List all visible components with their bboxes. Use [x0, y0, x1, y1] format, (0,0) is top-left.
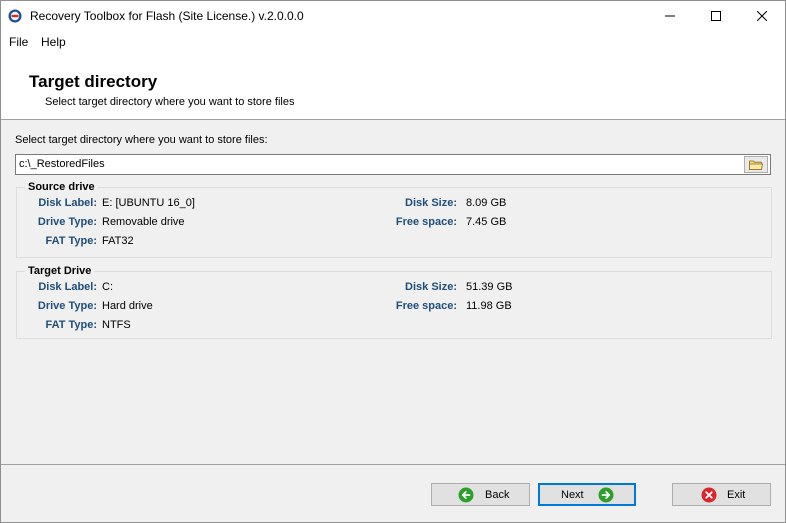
- source-free-space-key: Free space:: [395, 216, 457, 228]
- exit-button[interactable]: Exit: [672, 483, 771, 506]
- source-disk-size-key: Disk Size:: [405, 197, 457, 209]
- target-drive-group: Target Drive Disk Label: C: Drive Type: …: [16, 265, 772, 339]
- target-disk-size-value: 51.39 GB: [466, 281, 513, 293]
- exit-x-icon: [701, 487, 717, 502]
- source-disk-size-value: 8.09 GB: [466, 197, 507, 209]
- source-disk-label-value: E: [UBUNTU 16_0]: [102, 197, 195, 209]
- target-drive-type-value: Hard drive: [102, 300, 153, 312]
- target-disk-label-value: C:: [102, 281, 113, 293]
- window-title: Recovery Toolbox for Flash (Site License…: [30, 9, 304, 23]
- menu-bar: File Help: [1, 31, 785, 52]
- footer-divider: [1, 464, 785, 465]
- maximize-icon: [711, 11, 721, 21]
- source-free-space-value: 7.45 GB: [466, 216, 507, 228]
- title-bar[interactable]: Recovery Toolbox for Flash (Site License…: [1, 1, 785, 31]
- maximize-button[interactable]: [693, 1, 739, 31]
- target-drive-title: Target Drive: [25, 265, 95, 277]
- minimize-icon: [665, 15, 675, 17]
- source-drive-type-value: Removable drive: [102, 216, 185, 228]
- target-free-space-value: 11.98 GB: [466, 300, 512, 312]
- close-button[interactable]: [739, 1, 785, 31]
- menu-file[interactable]: File: [9, 35, 28, 49]
- target-directory-label: Select target directory where you want t…: [15, 134, 268, 146]
- target-directory-value: c:\_RestoredFiles: [19, 158, 105, 170]
- page-subtitle: Select target directory where you want t…: [45, 96, 295, 108]
- header-divider: [1, 119, 785, 120]
- next-button[interactable]: Next: [538, 483, 636, 506]
- wizard-header: Target directory Select target directory…: [1, 52, 785, 120]
- back-button-label: Back: [485, 488, 510, 501]
- exit-button-label: Exit: [727, 488, 746, 501]
- app-window: Recovery Toolbox for Flash (Site License…: [0, 0, 786, 523]
- target-fat-type-key: FAT Type:: [45, 319, 97, 331]
- menu-help[interactable]: Help: [41, 35, 66, 49]
- target-disk-size-key: Disk Size:: [405, 281, 457, 293]
- source-fat-type-key: FAT Type:: [45, 235, 97, 247]
- back-arrow-icon: [458, 487, 474, 502]
- minimize-button[interactable]: [647, 1, 693, 31]
- source-drive-title: Source drive: [25, 181, 98, 193]
- next-arrow-icon: [598, 487, 614, 502]
- browse-button[interactable]: [744, 156, 768, 173]
- source-drive-group: Source drive Disk Label: E: [UBUNTU 16_0…: [16, 181, 772, 258]
- page-title: Target directory: [29, 72, 158, 91]
- target-disk-label-key: Disk Label:: [38, 281, 97, 293]
- target-drive-type-key: Drive Type:: [37, 300, 97, 312]
- source-fat-type-value: FAT32: [102, 235, 134, 247]
- app-icon: [8, 9, 22, 23]
- folder-icon: [749, 160, 763, 170]
- target-free-space-key: Free space:: [395, 300, 457, 312]
- next-button-label: Next: [561, 488, 584, 501]
- source-disk-label-key: Disk Label:: [38, 197, 97, 209]
- back-button[interactable]: Back: [431, 483, 530, 506]
- source-drive-type-key: Drive Type:: [37, 216, 97, 228]
- close-icon: [757, 11, 767, 21]
- target-fat-type-value: NTFS: [102, 319, 131, 331]
- target-directory-input[interactable]: c:\_RestoredFiles: [15, 154, 771, 175]
